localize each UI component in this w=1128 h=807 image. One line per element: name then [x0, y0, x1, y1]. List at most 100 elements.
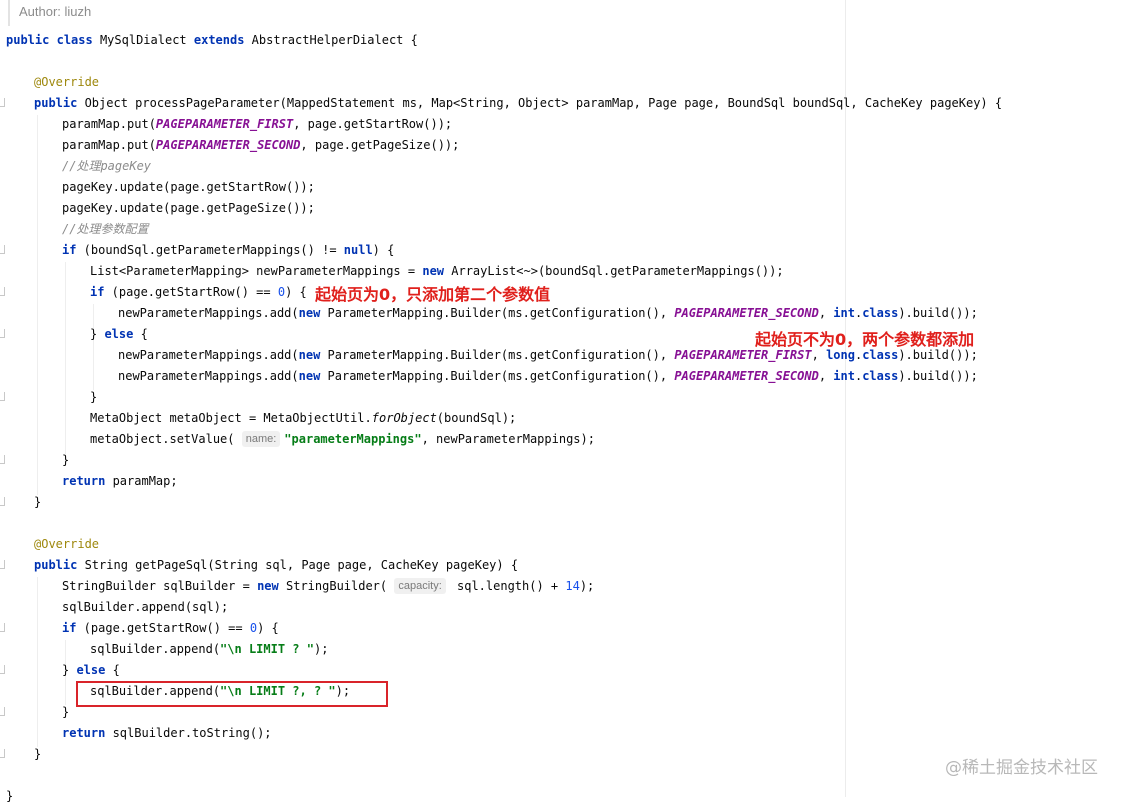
fold-marker-icon[interactable] [0, 665, 5, 674]
code-line: } [34, 495, 42, 509]
code-text: ); [579, 579, 595, 593]
code-text: (page.getStartRow() == [76, 621, 250, 635]
code-text: newParameterMappings.add( [118, 348, 299, 362]
keyword: if [62, 621, 77, 635]
superclass: AbstractHelperDialect { [244, 33, 418, 47]
keyword: public [34, 558, 78, 572]
keyword: extends [193, 33, 245, 47]
code-line: paramMap.put(PAGEPARAMETER_SECOND, page.… [62, 135, 459, 156]
code-line: if (page.getStartRow() == 0) { [62, 618, 279, 639]
code-text: ParameterMapping.Builder(ms.getConfigura… [320, 348, 675, 362]
code-line: } else { [90, 324, 148, 345]
fold-marker-icon[interactable] [0, 560, 5, 569]
method-signature: String getPageSql(String sql, Page page,… [77, 558, 519, 572]
fold-marker-icon[interactable] [0, 455, 5, 464]
code-text: ).build()); [898, 306, 978, 320]
fold-marker-icon[interactable] [0, 707, 5, 716]
fold-marker-icon[interactable] [0, 245, 5, 254]
method-name: forObject [371, 411, 437, 425]
code-text: , newParameterMappings); [421, 432, 595, 446]
code-text: ) { [372, 243, 395, 257]
code-line: sqlBuilder.append("\n LIMIT ? "); [90, 639, 328, 660]
code-text: newParameterMappings.add( [118, 369, 299, 383]
code-line: StringBuilder sqlBuilder = new StringBui… [62, 576, 594, 597]
watermark: @稀土掘金技术社区 [945, 758, 1098, 778]
code-line: if (boundSql.getParameterMappings() != n… [62, 240, 394, 261]
code-line: paramMap.put(PAGEPARAMETER_FIRST, page.g… [62, 114, 452, 135]
keyword: return [62, 474, 106, 488]
keyword: long [826, 348, 855, 362]
code-text: , [818, 369, 834, 383]
code-text: { [133, 327, 148, 341]
parameter-hint: capacity: [394, 578, 446, 594]
fold-marker-icon[interactable] [0, 749, 5, 758]
indent-guide [65, 262, 66, 454]
annotation-start-nonzero: 起始页不为0，两个参数都添加 [755, 330, 975, 349]
code-line: } else { [62, 660, 120, 681]
indent-guide [37, 577, 38, 747]
class-name: MySqlDialect [92, 33, 194, 47]
code-text: ArrayList<~>(boundSql.getParameterMappin… [444, 264, 784, 278]
code-text: (boundSql); [436, 411, 517, 425]
keyword: if [90, 285, 105, 299]
code-text: List<ParameterMapping> newParameterMappi… [90, 264, 423, 278]
keyword: public [34, 96, 78, 110]
keyword: class [862, 306, 899, 320]
keyword: class [862, 369, 899, 383]
keyword: new [422, 264, 445, 278]
keyword: else [76, 663, 106, 677]
string-literal: "parameterMappings" [284, 432, 422, 446]
code-text: ParameterMapping.Builder(ms.getConfigura… [320, 369, 675, 383]
keyword: class [56, 33, 93, 47]
constant: PAGEPARAMETER_FIRST [674, 348, 812, 362]
string-literal: "\n LIMIT ? " [220, 642, 314, 656]
annotation-override: @Override [34, 75, 100, 89]
fold-marker-icon[interactable] [0, 392, 5, 401]
code-line: public class MySqlDialect extends Abstra… [6, 30, 418, 51]
code-line: pageKey.update(page.getStartRow()); [62, 180, 315, 194]
code-line: if (page.getStartRow() == 0) { [90, 282, 307, 303]
code-line: List<ParameterMapping> newParameterMappi… [90, 261, 784, 282]
fold-marker-icon[interactable] [0, 623, 5, 632]
constant: PAGEPARAMETER_FIRST [155, 117, 294, 131]
code-line: public String getPageSql(String sql, Pag… [34, 555, 518, 576]
code-line: sqlBuilder.append(sql); [62, 600, 229, 614]
fold-marker-icon[interactable] [0, 497, 5, 506]
code-text: sql.length() + [449, 579, 566, 593]
code-comment: //处理pageKey [62, 159, 152, 173]
code-line: } [62, 453, 70, 467]
code-line: public Object processPageParameter(Mappe… [34, 93, 1002, 114]
right-margin-guide [845, 0, 846, 797]
code-text: sqlBuilder.toString(); [105, 726, 272, 740]
fold-marker-icon[interactable] [0, 98, 5, 107]
keyword: if [62, 243, 77, 257]
code-text: } [90, 327, 105, 341]
keyword: new [257, 579, 279, 593]
code-text: ).build()); [898, 348, 978, 362]
code-text: , page.getStartRow()); [293, 117, 453, 131]
code-text: ) { [285, 285, 307, 299]
code-text: newParameterMappings.add( [118, 306, 299, 320]
code-line: } [34, 747, 42, 761]
author-doc-bar [8, 0, 10, 26]
code-line: metaObject.setValue( name: "parameterMapp… [90, 429, 595, 450]
keyword: null [343, 243, 373, 257]
code-text: ); [313, 642, 329, 656]
code-text: , [818, 306, 834, 320]
code-line: MetaObject metaObject = MetaObjectUtil.f… [90, 408, 516, 429]
code-text: { [105, 663, 120, 677]
fold-marker-icon[interactable] [0, 287, 5, 296]
parameter-hint: name: [241, 431, 281, 447]
method-signature: Object processPageParameter(MappedStatem… [77, 96, 1003, 110]
number: 14 [565, 579, 580, 593]
code-text: , page.getPageSize()); [300, 138, 460, 152]
annotation-start-zero: 起始页为0，只添加第二个参数值 [315, 285, 551, 304]
keyword: new [298, 348, 321, 362]
fold-marker-icon[interactable] [0, 329, 5, 338]
indent-guide [93, 304, 94, 390]
code-text: sqlBuilder.append( [90, 642, 221, 656]
code-line: newParameterMappings.add(new ParameterMa… [118, 369, 978, 383]
number: 0 [249, 621, 258, 635]
code-text: StringBuilder sqlBuilder = [62, 579, 258, 593]
code-text: (page.getStartRow() == [104, 285, 278, 299]
